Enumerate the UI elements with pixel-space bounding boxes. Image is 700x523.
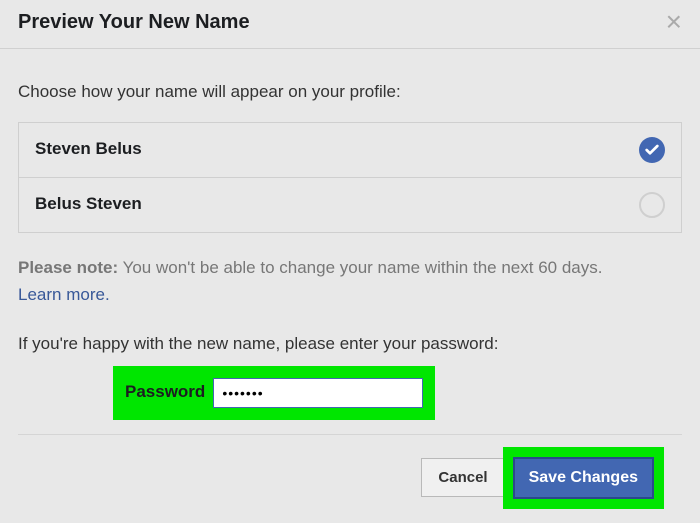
password-row: Password: [18, 366, 682, 420]
password-instruction: If you're happy with the new name, pleas…: [18, 333, 682, 356]
dialog-header: Preview Your New Name ×: [0, 0, 700, 49]
name-options: Steven Belus Belus Steven: [18, 122, 682, 233]
name-option-1[interactable]: Steven Belus: [19, 123, 681, 178]
name-option-label: Steven Belus: [35, 138, 142, 161]
dialog-body: Choose how your name will appear on your…: [0, 49, 700, 509]
password-label: Password: [125, 381, 205, 404]
close-icon[interactable]: ×: [666, 6, 682, 38]
preview-name-dialog: Preview Your New Name × Choose how your …: [0, 0, 700, 523]
note-bold: Please note:: [18, 258, 118, 277]
password-highlight: Password: [113, 366, 435, 420]
name-change-note: Please note: You won't be able to change…: [18, 257, 682, 280]
name-instruction: Choose how your name will appear on your…: [18, 81, 682, 104]
save-highlight: Save Changes: [503, 447, 664, 509]
name-option-2[interactable]: Belus Steven: [19, 178, 681, 232]
password-input[interactable]: [213, 378, 423, 408]
dialog-title: Preview Your New Name: [18, 11, 250, 34]
name-option-label: Belus Steven: [35, 193, 142, 216]
radio-unselected-icon: [639, 192, 665, 218]
divider: [18, 434, 682, 435]
radio-selected-icon: [639, 137, 665, 163]
dialog-actions: Cancel Save Changes: [18, 447, 682, 509]
learn-more-link[interactable]: Learn more.: [18, 284, 682, 307]
note-text: You won't be able to change your name wi…: [118, 258, 602, 277]
cancel-button[interactable]: Cancel: [421, 458, 504, 497]
save-changes-button[interactable]: Save Changes: [513, 457, 654, 499]
